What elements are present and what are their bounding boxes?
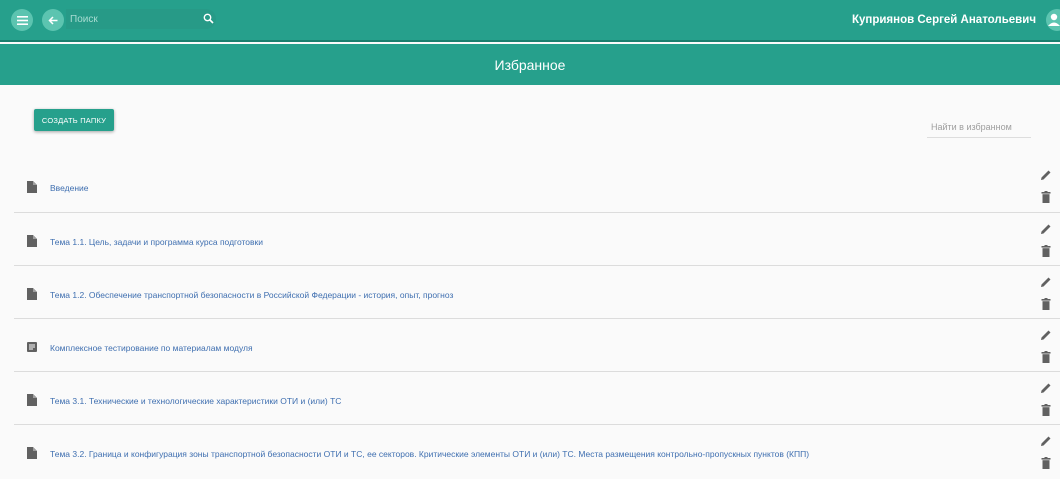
file-icon	[27, 235, 37, 247]
search-input[interactable]	[70, 11, 180, 27]
menu-button[interactable]	[11, 9, 33, 31]
avatar[interactable]	[1046, 9, 1060, 31]
list-item: Тема 3.2. Граница и конфигурация зоны тр…	[14, 425, 1060, 478]
item-link[interactable]: Тема 1.1. Цель, задачи и программа курса…	[50, 237, 263, 247]
favorites-search-input[interactable]	[927, 119, 1031, 138]
edit-icon[interactable]	[1040, 435, 1052, 447]
list-item: Тема 1.1. Цель, задачи и программа курса…	[14, 213, 1060, 266]
edit-icon[interactable]	[1040, 276, 1052, 288]
file-icon	[27, 394, 37, 406]
file-icon	[27, 288, 37, 300]
search-icon[interactable]	[203, 13, 214, 24]
back-button[interactable]	[42, 9, 64, 31]
delete-icon[interactable]	[1041, 191, 1051, 203]
list-item: Тема 3.1. Технические и технологические …	[14, 372, 1060, 425]
create-folder-button[interactable]: Создать папку	[34, 109, 114, 131]
file-icon	[27, 181, 37, 193]
list-item: Тема 1.2. Обеспечение транспортной безоп…	[14, 266, 1060, 319]
delete-icon[interactable]	[1041, 404, 1051, 416]
favorites-list: Введение Тема 1.1. Цель, задачи и програ…	[14, 159, 1060, 478]
edit-icon[interactable]	[1040, 169, 1052, 181]
file-icon	[27, 447, 37, 459]
item-link[interactable]: Комплексное тестирование по материалам м…	[50, 343, 253, 353]
hamburger-menu-icon	[16, 15, 28, 25]
user-icon	[1048, 13, 1060, 26]
list-item: Введение	[14, 159, 1060, 213]
list-item: Комплексное тестирование по материалам м…	[14, 319, 1060, 372]
item-link[interactable]: Введение	[50, 183, 89, 193]
page-title: Избранное	[494, 56, 566, 73]
delete-icon[interactable]	[1041, 351, 1051, 363]
delete-icon[interactable]	[1041, 298, 1051, 310]
edit-icon[interactable]	[1040, 382, 1052, 394]
arrow-left-icon	[47, 15, 57, 25]
item-link[interactable]: Тема 3.2. Граница и конфигурация зоны тр…	[50, 449, 809, 459]
delete-icon[interactable]	[1041, 457, 1051, 469]
item-link[interactable]: Тема 3.1. Технические и технологические …	[50, 396, 341, 406]
edit-icon[interactable]	[1040, 329, 1052, 341]
delete-icon[interactable]	[1041, 245, 1051, 257]
item-link[interactable]: Тема 1.2. Обеспечение транспортной безоп…	[50, 290, 453, 300]
user-name[interactable]: Куприянов Сергей Анатольевич	[852, 14, 1036, 26]
header-search	[66, 9, 216, 29]
top-bar: Куприянов Сергей Анатольевич	[0, 0, 1060, 42]
test-icon	[27, 342, 37, 352]
page-title-bar: Избранное	[0, 44, 1060, 85]
edit-icon[interactable]	[1040, 223, 1052, 235]
